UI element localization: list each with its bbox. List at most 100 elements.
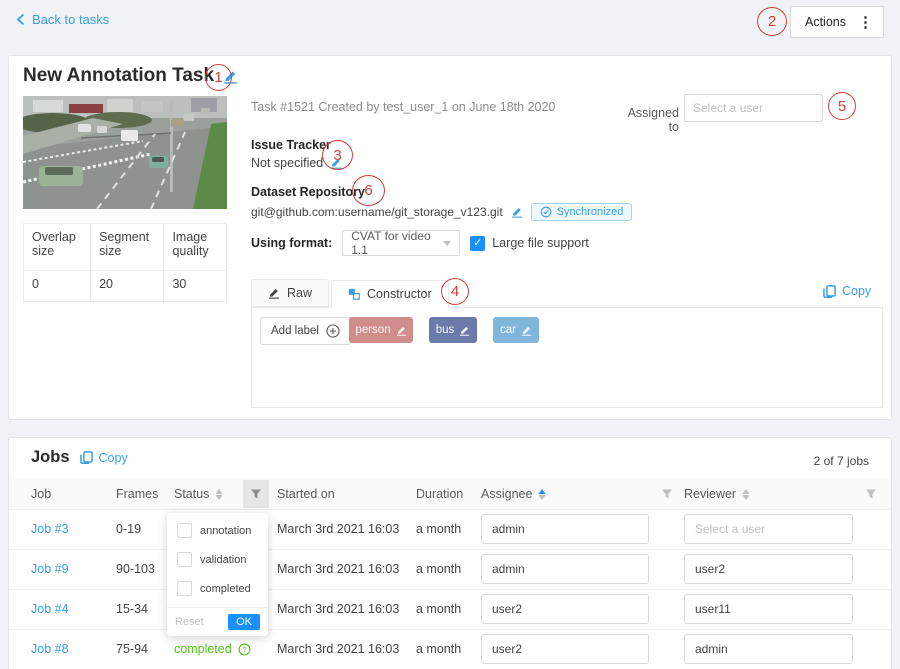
plus-circle-icon xyxy=(326,324,340,338)
assignee-input[interactable] xyxy=(481,594,649,624)
jobs-copy-button[interactable]: Copy xyxy=(80,451,128,465)
filter-option-validation[interactable]: validation xyxy=(167,545,268,574)
col-frames[interactable]: Frames xyxy=(116,479,158,509)
copy-icon xyxy=(80,451,93,464)
col-started-on[interactable]: Started on xyxy=(277,479,335,509)
duration-value: a month xyxy=(416,509,461,549)
task-preview-image xyxy=(23,96,227,209)
filter-option-completed[interactable]: completed xyxy=(167,574,268,603)
annotation-circle-3: 3 xyxy=(322,140,353,170)
checkbox-unchecked[interactable] xyxy=(177,523,192,538)
reviewer-input[interactable] xyxy=(684,554,853,584)
tab-raw[interactable]: Raw xyxy=(251,279,329,307)
checkbox-unchecked[interactable] xyxy=(177,552,192,567)
edit-label-icon[interactable] xyxy=(521,325,532,336)
back-to-tasks-link[interactable]: Back to tasks xyxy=(16,12,109,27)
reviewer-input[interactable] xyxy=(684,514,853,544)
frames-value: 0-19 xyxy=(116,509,141,549)
table-row: Job #3 0-19 March 3rd 2021 16:03 a month xyxy=(9,509,891,550)
task-meta: Task #1521 Created by test_user_1 on Jun… xyxy=(251,100,555,114)
tab-constructor[interactable]: Constructor xyxy=(331,280,449,308)
repository-url[interactable]: git@github.com:username/git_storage_v123… xyxy=(251,205,503,219)
col-reviewer[interactable]: Reviewer xyxy=(684,479,750,509)
question-circle-icon[interactable]: ? xyxy=(238,643,251,656)
task-assignee-input[interactable] xyxy=(684,94,823,122)
edit-repository-icon[interactable] xyxy=(511,206,523,218)
cvat-task-page: Back to tasks Actions ⋮ New Annotation T… xyxy=(0,0,900,669)
jobs-title: Jobs xyxy=(31,448,70,467)
jobs-header: Jobs Copy xyxy=(31,448,128,467)
frames-value: 75-94 xyxy=(116,629,148,669)
job-link[interactable]: Job #8 xyxy=(31,642,69,656)
label-chip-text: bus xyxy=(436,324,455,336)
assignee-input[interactable] xyxy=(481,514,649,544)
label-chip-person[interactable]: person xyxy=(349,317,413,343)
add-label-button[interactable]: Add label xyxy=(260,317,351,345)
annotation-circle-6: 6 xyxy=(352,175,385,206)
filter-option-annotation[interactable]: annotation xyxy=(167,513,268,545)
table-row: Job #9 90-103 March 3rd 2021 16:03 a mon… xyxy=(9,549,891,590)
table-row: Job #8 75-94 completed ? March 3rd 2021 … xyxy=(9,629,891,669)
add-label-text: Add label xyxy=(271,325,319,337)
tab-constructor-label: Constructor xyxy=(367,287,432,301)
jobs-table-header: Job Frames Status Started on Duration As… xyxy=(9,479,891,510)
large-file-support-checkbox[interactable]: ✓ xyxy=(470,236,485,251)
duration-value: a month xyxy=(416,629,461,669)
jobs-card: Jobs Copy 2 of 7 jobs Job Frames Status xyxy=(8,437,892,669)
filter-option-label: annotation xyxy=(200,525,251,537)
assignee-input[interactable] xyxy=(481,634,649,664)
assignee-filter-button[interactable] xyxy=(661,479,673,509)
reviewer-input[interactable] xyxy=(684,634,853,664)
actions-button[interactable]: Actions ⋮ xyxy=(790,6,884,38)
chevron-left-icon xyxy=(16,13,25,26)
format-select[interactable]: CVAT for video 1.1 xyxy=(342,230,460,256)
job-link[interactable]: Job #9 xyxy=(31,562,69,576)
checkbox-unchecked[interactable] xyxy=(177,581,192,596)
param-value: 0 xyxy=(24,271,91,302)
job-link[interactable]: Job #3 xyxy=(31,522,69,536)
copy-icon xyxy=(823,285,836,298)
col-job[interactable]: Job xyxy=(31,479,51,509)
sort-icon[interactable] xyxy=(215,489,223,500)
filter-ok-button[interactable]: OK xyxy=(228,614,260,630)
param-value: 30 xyxy=(164,271,227,302)
jobs-count: 2 of 7 jobs xyxy=(814,454,869,468)
reviewer-input[interactable] xyxy=(684,594,853,624)
edit-label-icon[interactable] xyxy=(396,325,407,336)
labels-copy-button[interactable]: Copy xyxy=(823,284,871,298)
sort-icon-active-asc[interactable] xyxy=(538,489,546,500)
label-chip-text: car xyxy=(500,324,516,336)
col-status[interactable]: Status xyxy=(174,479,223,509)
param-header: Segment size xyxy=(91,224,164,271)
chevron-down-icon xyxy=(443,241,451,246)
svg-text:?: ? xyxy=(242,645,246,654)
assigned-to-label: Assigned to xyxy=(619,106,679,134)
sort-icon[interactable] xyxy=(742,489,750,500)
started-value: March 3rd 2021 16:03 xyxy=(277,629,399,669)
duration-value: a month xyxy=(416,549,461,589)
assignee-input[interactable] xyxy=(481,554,649,584)
format-row: Using format: CVAT for video 1.1 ✓ Large… xyxy=(251,230,589,256)
annotation-circle-5: 5 xyxy=(828,92,856,120)
started-value: March 3rd 2021 16:03 xyxy=(277,589,399,629)
status-filter-dropdown: annotation validation completed Reset OK xyxy=(167,513,268,636)
label-chip-car[interactable]: car xyxy=(493,317,539,343)
param-value: 20 xyxy=(91,271,164,302)
job-link[interactable]: Job #4 xyxy=(31,602,69,616)
edit-label-icon[interactable] xyxy=(459,325,470,336)
label-chip-bus[interactable]: bus xyxy=(429,317,477,343)
filter-option-label: completed xyxy=(200,583,251,595)
started-value: March 3rd 2021 16:03 xyxy=(277,549,399,589)
reviewer-filter-button[interactable] xyxy=(865,479,877,509)
col-assignee[interactable]: Assignee xyxy=(481,479,546,509)
sync-status-text: Synchronized xyxy=(557,206,624,218)
col-duration[interactable]: Duration xyxy=(416,479,463,509)
label-constructor-panel: Add label person bus car xyxy=(251,307,883,408)
task-detail-card: New Annotation Task xyxy=(8,55,892,420)
filter-reset-button[interactable]: Reset xyxy=(175,616,204,628)
status-filter-button[interactable] xyxy=(243,480,269,508)
label-chip-text: person xyxy=(355,324,390,336)
started-value: March 3rd 2021 16:03 xyxy=(277,509,399,549)
format-select-value: CVAT for video 1.1 xyxy=(351,229,443,257)
labels-tabbar: Raw Constructor xyxy=(251,279,883,308)
